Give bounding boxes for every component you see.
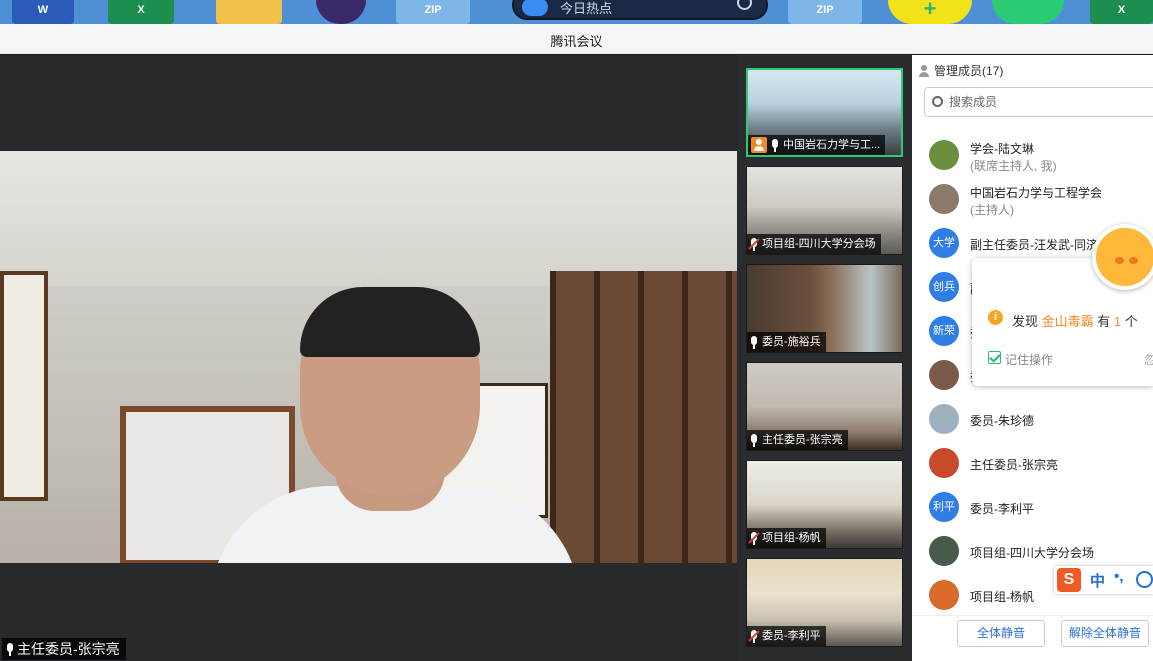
thumbnail-name: 委员-施裕兵 [762,336,821,348]
mic-icon [750,335,758,349]
word-icon[interactable]: W [12,0,74,24]
excel-icon[interactable]: X [108,0,174,24]
mascot-icon[interactable] [1092,224,1153,290]
folder-icon[interactable] [216,0,282,24]
host-icon [751,137,767,153]
member-name: 项目组-四川大学分会场 [970,546,1094,560]
main-speaker-name: 主任委员-张宗亮 [17,641,120,657]
thumbnail-video[interactable]: 委员-施裕兵 [746,264,903,353]
member-name: 项目组-杨帆 [970,590,1034,604]
popup-message: 发现 金山毒霸 有 1 个 [1012,314,1138,329]
zip-icon[interactable]: ZIP [396,0,470,24]
thumbnail-label: 中国岩石力学与工... [748,135,886,155]
thumbnail-video[interactable]: 委员-李利平 [746,558,903,647]
avatar [929,448,959,478]
remember-checkbox[interactable] [988,351,1001,364]
member-search[interactable] [924,87,1153,117]
mic-icon [771,138,779,152]
main-speaker-label: 主任委员-张宗亮 [2,638,126,660]
mute-all-button[interactable]: 全体静音 [957,620,1045,647]
member-row[interactable]: 主任委员-张宗亮 [929,443,1153,483]
avatar: 创兵 [929,272,959,302]
member-name: 学会-陆文琳 [970,142,1034,156]
wooden-cabinet [550,271,737,563]
mic-muted-icon [748,531,760,545]
member-row[interactable]: 学会-陆文琳 (联席主持人, 我) [929,135,1153,175]
thumbnail-label: 主任委员-张宗亮 [747,430,848,450]
desktop-taskbar: W X ZIP 今日热点 ZIP + X [0,0,1153,24]
zip-icon-2[interactable]: ZIP [788,0,862,24]
member-role: (主持人) [970,203,1014,217]
member-name: 委员-朱珍德 [970,414,1034,428]
thumbnail-video[interactable]: 主任委员-张宗亮 [746,362,903,451]
window-title: 腾讯会议 [550,34,603,49]
popup-product[interactable]: 金山毒霸 [1042,314,1094,329]
ime-language-toggle[interactable]: 中 [1090,570,1105,591]
search-text: 今日热点 [560,1,613,16]
info-icon: i [988,310,1003,325]
excel-icon-2[interactable]: X [1090,0,1153,24]
avatar [929,184,959,214]
ignore-link[interactable]: 忽 [1144,351,1153,368]
avatar: 新荣 [929,316,959,346]
mic-muted-icon [748,629,760,643]
search-box[interactable]: 今日热点 [512,0,768,20]
avatar: 大学 [929,228,959,258]
plus-app-icon[interactable]: + [888,0,972,24]
member-name: 中国岩石力学与工程学会 [970,186,1103,200]
main-video-feed [0,151,737,563]
member-row[interactable]: 项目组-四川大学分会场 [929,531,1153,571]
ime-toolbar[interactable]: S 中 •, [1054,566,1153,594]
window-titlebar: 腾讯会议 [0,24,1153,54]
panel-footer: 全体静音 解除全体静音 [912,615,1153,661]
thumbnail-column: 中国岩石力学与工... 项目组-四川大学分会场 委员-施裕兵 主任委员-张宗亮 … [737,55,912,661]
thumbnail-name: 项目组-四川大学分会场 [762,238,876,250]
avatar [929,580,959,610]
thumbnail-video[interactable]: 项目组-四川大学分会场 [746,166,903,255]
ime-punctuation-toggle[interactable]: •, [1114,568,1123,585]
remember-label: 记住操作 [1005,353,1054,367]
search-icon[interactable] [737,0,752,10]
thumbnail-label: 委员-施裕兵 [747,332,826,352]
panel-header: 管理成员(17) [918,62,1003,79]
unmute-all-button[interactable]: 解除全体静音 [1061,620,1149,647]
green-circle-app-icon[interactable] [992,0,1064,24]
thumbnail-video[interactable]: 中国岩石力学与工... [746,68,903,157]
zip-label: ZIP [424,4,442,16]
avatar [929,140,959,170]
member-search-input[interactable] [949,93,1149,111]
main-video[interactable]: 主任委员-张宗亮 [0,55,737,661]
ime-logo-icon[interactable]: S [1057,568,1081,592]
member-row[interactable]: 委员-朱珍德 [929,399,1153,439]
thumbnail-video[interactable]: 项目组-杨帆 [746,460,903,549]
zip-label-2: ZIP [816,4,834,16]
avatar: 利平 [929,492,959,522]
mic-icon [6,642,14,656]
thumbnail-label: 项目组-四川大学分会场 [747,234,881,254]
thumbnail-name: 项目组-杨帆 [762,532,821,544]
member-row[interactable]: 中国岩石力学与工程学会 (主持人) [929,179,1153,219]
thumbnail-label: 项目组-杨帆 [747,528,826,548]
member-name: 副主任委员-汪发武-同济 [970,238,1098,252]
member-name: 委员-李利平 [970,502,1034,516]
thumbnail-name: 中国岩石力学与工... [783,139,881,151]
ime-emoji-icon[interactable] [1136,571,1153,588]
thumbnail-name: 主任委员-张宗亮 [762,434,843,446]
search-icon [932,96,943,107]
mic-icon [750,433,758,447]
avatar [929,536,959,566]
panel-title: 管理成员(17) [934,64,1004,78]
avatar [929,404,959,434]
member-role: (联席主持人, 我) [970,159,1057,173]
avatar [929,360,959,390]
member-name: 主任委员-张宗亮 [970,458,1058,472]
user-icon [918,64,930,77]
search-logo-icon [522,0,548,16]
thumbnail-name: 委员-李利平 [762,630,821,642]
wall-frame [0,271,48,501]
mic-muted-icon [748,237,760,251]
app-icon[interactable] [316,0,366,24]
member-row[interactable]: 利平 委员-李利平 [929,487,1153,527]
thumbnail-label: 委员-李利平 [747,626,826,646]
